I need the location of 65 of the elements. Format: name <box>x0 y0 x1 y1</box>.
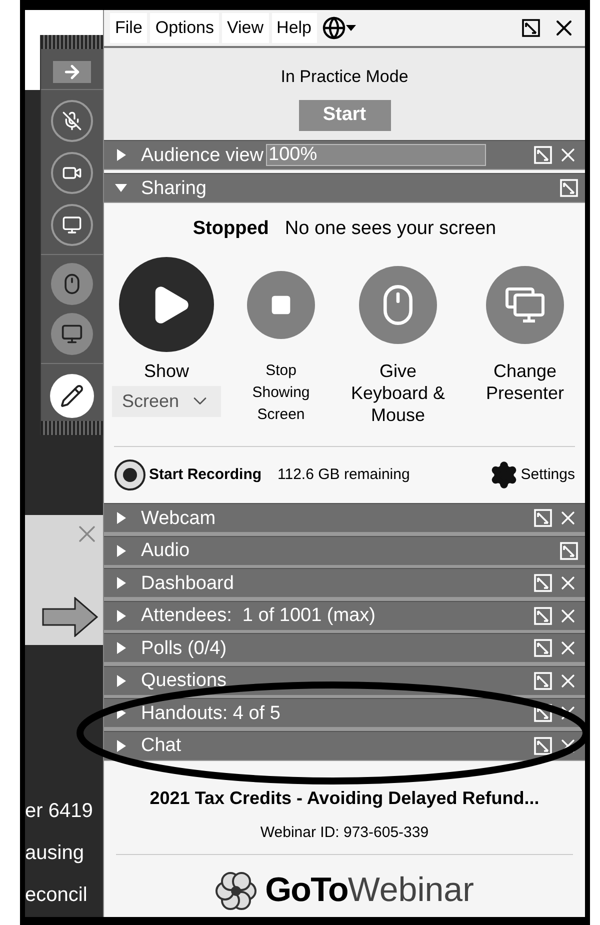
section-title: Questions <box>141 671 227 690</box>
globe-icon <box>322 16 346 40</box>
collapsed-triangle-icon <box>114 641 128 655</box>
collapsed-triangle-icon <box>114 576 128 590</box>
collapsed-triangle-icon <box>114 511 128 525</box>
monitor-icon <box>62 215 82 235</box>
background-text: er 6419 <box>25 799 94 824</box>
practice-mode-label: In Practice Mode <box>280 66 408 88</box>
collapsed-triangle-icon <box>114 738 128 752</box>
collapsed-triangle-icon <box>114 674 128 688</box>
toolbar-button[interactable] <box>51 204 93 246</box>
drag-handle-icon[interactable] <box>41 421 103 435</box>
share-type-dropdown[interactable]: Screen <box>112 386 222 416</box>
caret-icon <box>346 24 356 32</box>
menu-item[interactable]: Help <box>272 13 317 43</box>
collapse-button[interactable] <box>53 61 91 83</box>
collapsed-triangle-icon <box>114 148 128 162</box>
background-text: ausing <box>25 841 85 866</box>
popout-icon[interactable] <box>521 18 541 38</box>
toolbar-button[interactable] <box>51 100 93 142</box>
toolbar-button[interactable] <box>50 374 94 418</box>
action-label: Give Keyboard & Mouse <box>350 360 446 426</box>
start-recording-button[interactable]: Start Recording <box>114 459 262 491</box>
action-label: Stop Showing Screen <box>251 360 311 424</box>
section-title: Webcam <box>141 508 216 528</box>
action-label: Change Presenter <box>484 360 566 404</box>
webinar-id: Webinar ID: 973-605-339 <box>260 822 429 842</box>
section-header[interactable]: Sharing <box>104 173 585 203</box>
drag-handle-icon[interactable] <box>41 35 103 49</box>
toolbar-button[interactable] <box>51 152 93 194</box>
mic-off-icon <box>62 111 82 131</box>
action-label: Show <box>144 360 190 382</box>
menu-item[interactable]: Options <box>150 13 219 43</box>
section-header[interactable]: Audio <box>104 536 585 566</box>
section-title: Attendees: 1 of 1001 (max) <box>141 606 376 625</box>
start-button[interactable]: Start <box>298 100 390 130</box>
menu-item[interactable]: File <box>110 13 148 43</box>
section-title: Audience view <box>141 146 264 164</box>
section-header[interactable]: Chat <box>104 730 585 760</box>
collapsed-triangle-icon <box>114 608 128 622</box>
section-header[interactable]: Audience view 100% <box>104 140 585 170</box>
settings-button[interactable]: Settings <box>488 460 575 490</box>
collapsed-triangle-icon <box>114 544 128 558</box>
record-icon <box>114 459 146 491</box>
background-text: econcil <box>25 883 88 908</box>
arrow-icon <box>42 597 98 637</box>
storage-remaining: 112.6 GB remaining <box>278 464 410 485</box>
arrow-right-icon <box>62 62 82 82</box>
section-title: Sharing <box>141 178 206 198</box>
section-title: Polls (0/4) <box>141 638 227 658</box>
sharing-status: Stopped <box>192 217 269 241</box>
audience-view-field[interactable]: 100% <box>266 144 486 166</box>
sharing-status-text: No one sees your screen <box>284 217 496 241</box>
language-button[interactable] <box>322 16 356 40</box>
pencil-icon <box>60 384 84 408</box>
section-title: Audio <box>141 541 190 560</box>
section-title: Handouts: 4 of 5 <box>141 704 280 722</box>
gotowebinar-logo: GoToWebinar <box>215 865 474 916</box>
flower-icon <box>215 870 258 912</box>
stop-icon <box>270 294 292 316</box>
section-title: Chat <box>141 736 182 755</box>
webinar-title: 2021 Tax Credits - Avoiding Delayed Refund... <box>150 786 540 810</box>
menu-item[interactable]: View <box>222 13 269 43</box>
section-header[interactable]: Handouts: 4 of 5 <box>104 698 585 728</box>
section-title: Dashboard <box>141 574 234 592</box>
